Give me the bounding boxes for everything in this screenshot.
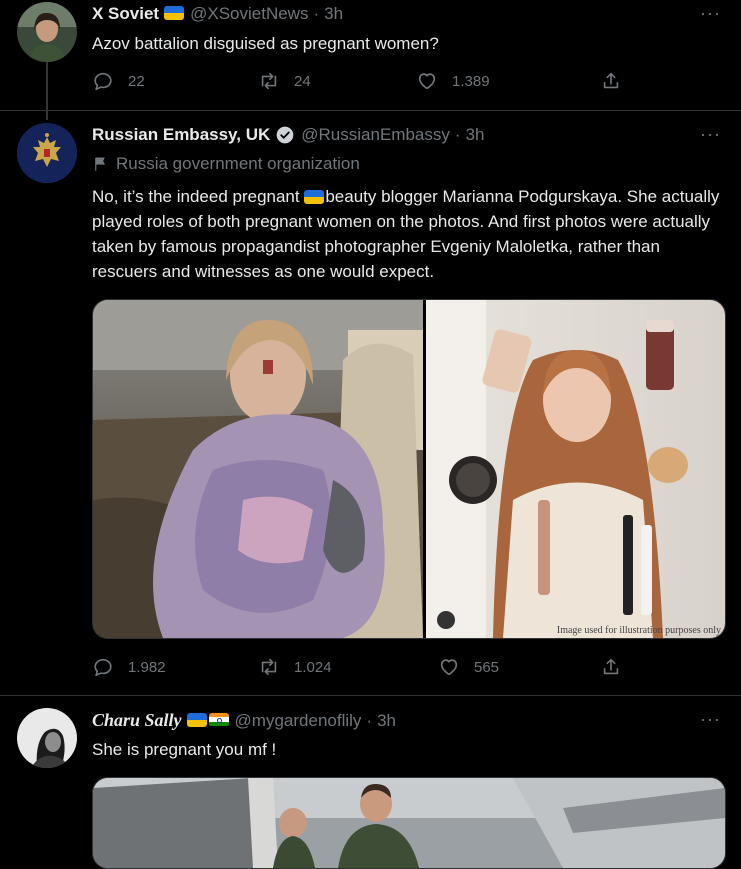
heart-icon <box>440 659 458 676</box>
avatar[interactable] <box>17 2 77 62</box>
ukraine-flag-icon <box>164 6 185 20</box>
like-button[interactable]: 565 <box>438 656 499 678</box>
tweet-text: No, it’s the indeed pregnant beauty blog… <box>92 184 722 284</box>
image-caption: Image used for illustration purposes onl… <box>556 625 721 636</box>
share-icon <box>603 658 619 675</box>
like-count: 565 <box>474 658 500 676</box>
retweet-count: 24 <box>294 72 311 90</box>
share-button[interactable] <box>600 70 622 92</box>
reply-icon <box>94 72 112 91</box>
username[interactable]: @XSovietNews <box>190 4 308 24</box>
retweet-count: 1.024 <box>294 658 332 676</box>
retweet-icon <box>261 72 277 90</box>
retweet-icon <box>261 658 277 676</box>
display-name[interactable]: Charu Sally <box>92 710 182 731</box>
flag-icon <box>95 157 105 171</box>
tweet-text: She is pregnant you mf ! <box>92 740 277 759</box>
username[interactable]: @RussianEmbassy <box>301 125 450 145</box>
avatar[interactable] <box>17 708 77 768</box>
like-count: 1.389 <box>452 72 490 90</box>
display-name[interactable]: X Soviet <box>92 4 159 24</box>
government-label[interactable]: Russia government organization <box>92 154 360 174</box>
reply-count: 1.982 <box>128 658 166 676</box>
reply-button[interactable]: 1.982 <box>92 656 166 678</box>
display-name[interactable]: Russian Embassy, UK <box>92 125 270 145</box>
like-button[interactable]: 1.389 <box>416 70 490 92</box>
reply-icon <box>94 658 112 677</box>
retweet-button[interactable]: 24 <box>258 70 311 92</box>
tweet-russian-embassy[interactable]: Russian Embassy, UK @RussianEmbassy · 3h… <box>0 110 741 700</box>
timestamp[interactable]: 3h <box>377 711 396 731</box>
government-label-text: Russia government organization <box>116 154 360 173</box>
heart-icon <box>418 73 436 90</box>
more-options-icon[interactable]: ··· <box>700 3 721 24</box>
reply-count: 22 <box>128 72 145 90</box>
timestamp[interactable]: 3h <box>324 4 343 24</box>
reply-button[interactable]: 22 <box>92 70 145 92</box>
tweet-actions: 1.982 1.024 565 <box>92 656 632 680</box>
tweet-text-part: No, it’s the indeed pregnant <box>92 187 305 206</box>
dot-separator: · <box>454 125 461 144</box>
share-button[interactable] <box>600 656 622 678</box>
more-options-icon[interactable]: ··· <box>700 709 721 730</box>
tweet-charu-sally[interactable]: Charu Sally @mygardenoflily · 3h ··· She… <box>0 696 741 869</box>
side-by-side-photo <box>93 300 725 638</box>
verified-badge-icon <box>276 126 294 144</box>
timestamp[interactable]: 3h <box>466 125 485 145</box>
tweet-x-soviet[interactable]: X Soviet @XSovietNews · 3h ··· Azov batt… <box>0 0 741 110</box>
username[interactable]: @mygardenoflily <box>235 711 362 731</box>
tweet-media[interactable] <box>92 777 726 869</box>
coat-of-arms-icon <box>17 123 77 183</box>
share-icon <box>603 72 619 89</box>
ukraine-flag-icon <box>186 712 207 727</box>
avatar[interactable] <box>17 123 77 183</box>
dot-separator: · <box>313 4 320 23</box>
retweet-button[interactable]: 1.024 <box>258 656 332 678</box>
more-options-icon[interactable]: ··· <box>700 124 721 145</box>
india-flag-icon <box>208 712 229 727</box>
dot-separator: · <box>366 710 373 730</box>
ukraine-flag-icon <box>304 189 325 204</box>
tweet-actions: 22 24 1.389 <box>92 70 632 94</box>
tweet-media[interactable]: Image used for illustration purposes onl… <box>92 299 726 639</box>
photo <box>93 778 725 868</box>
tweet-text: Azov battalion disguised as pregnant wom… <box>92 34 439 53</box>
